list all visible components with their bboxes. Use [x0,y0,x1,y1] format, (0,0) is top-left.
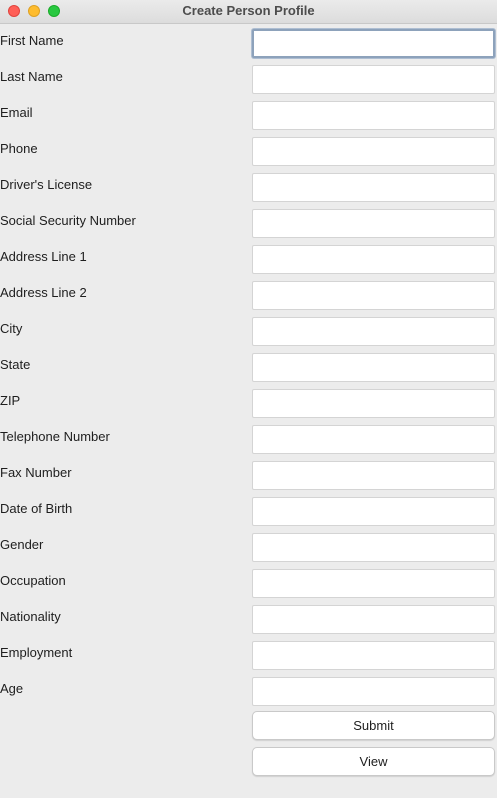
last-name-input[interactable] [252,65,495,94]
form-row-driver-s-license: Driver's License [0,168,497,204]
form-row-age: Age [0,672,497,708]
last-name-label: Last Name [0,69,63,84]
address-line-1-label: Address Line 1 [0,249,87,264]
nationality-label: Nationality [0,609,61,624]
city-label: City [0,321,23,336]
zip-label: ZIP [0,393,21,408]
gender-input[interactable] [252,533,495,562]
email-label: Email [0,105,33,120]
first-name-label: First Name [0,33,64,48]
form-row-phone: Phone [0,132,497,168]
telephone-number-input[interactable] [252,425,495,454]
form-row-telephone-number: Telephone Number [0,420,497,456]
telephone-number-label: Telephone Number [0,429,110,444]
driver-s-license-label: Driver's License [0,177,93,192]
social-security-number-input[interactable] [252,209,495,238]
age-input[interactable] [252,677,495,706]
form-row-gender: Gender [0,528,497,564]
date-of-birth-input[interactable] [252,497,495,526]
form-row-zip: ZIP [0,384,497,420]
address-line-1-input[interactable] [252,245,495,274]
title-bar: Create Person Profile [0,0,497,24]
nationality-input[interactable] [252,605,495,634]
form-row-first-name: First Name [0,24,497,60]
form-row-last-name: Last Name [0,60,497,96]
form-row-state: State [0,348,497,384]
gender-label: Gender [0,537,44,552]
city-input[interactable] [252,317,495,346]
form-row-address-line-1: Address Line 1 [0,240,497,276]
form-row-date-of-birth: Date of Birth [0,492,497,528]
email-input[interactable] [252,101,495,130]
form-row-city: City [0,312,497,348]
form-row-social-security-number: Social Security Number [0,204,497,240]
employment-label: Employment [0,645,73,660]
view-button[interactable]: View [252,747,495,776]
address-line-2-label: Address Line 2 [0,285,87,300]
employment-input[interactable] [252,641,495,670]
fax-number-label: Fax Number [0,465,72,480]
submit-button[interactable]: Submit [252,711,495,740]
occupation-label: Occupation [0,573,66,588]
form-row-fax-number: Fax Number [0,456,497,492]
window-title: Create Person Profile [182,3,315,18]
address-line-2-input[interactable] [252,281,495,310]
form-row-address-line-2: Address Line 2 [0,276,497,312]
occupation-input[interactable] [252,569,495,598]
age-label: Age [0,681,24,696]
first-name-input[interactable] [252,29,495,58]
form-row-employment: Employment [0,636,497,672]
state-input[interactable] [252,353,495,382]
form-row-occupation: Occupation [0,564,497,600]
phone-label: Phone [0,141,38,156]
social-security-number-label: Social Security Number [0,213,136,228]
zip-input[interactable] [252,389,495,418]
state-label: State [0,357,31,372]
app-window: Create Person Profile First Name Last Nam… [0,0,497,798]
person-profile-form: First Name Last Name Email Phone Driver's Li… [0,24,497,798]
form-row-nationality: Nationality [0,600,497,636]
form-row-email: Email [0,96,497,132]
date-of-birth-label: Date of Birth [0,501,73,516]
fax-number-input[interactable] [252,461,495,490]
driver-s-license-input[interactable] [252,173,495,202]
phone-input[interactable] [252,137,495,166]
